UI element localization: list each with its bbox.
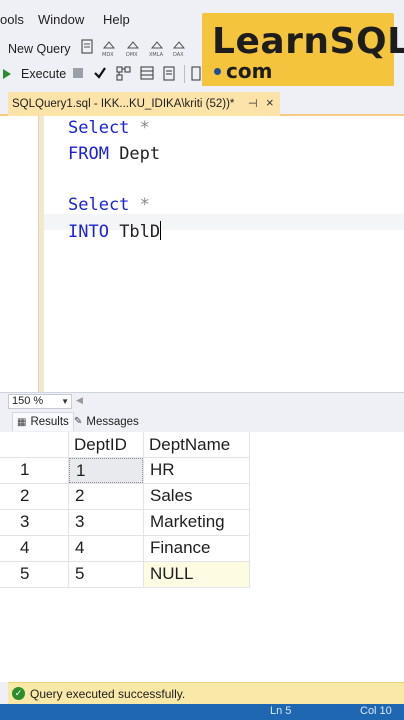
mdx-dmx-xmla-dax-icons[interactable]: MDX DMX XMLA DAX — [100, 38, 190, 60]
parse-check-icon[interactable] — [93, 66, 107, 80]
query-icon[interactable] — [80, 39, 94, 55]
menu-help[interactable]: Help — [103, 12, 130, 27]
ssms-window: ools Window Help New Query MDX DMX XMLA … — [0, 0, 404, 720]
menu-tools[interactable]: ools — [0, 12, 24, 27]
row-number[interactable]: 1 — [12, 458, 68, 482]
cell-deptid[interactable]: 4 — [69, 536, 143, 560]
column-header-deptid[interactable]: DeptID — [68, 433, 143, 457]
menu-window[interactable]: Window — [38, 12, 84, 27]
text-cursor — [160, 221, 162, 240]
toolbar-divider — [184, 65, 185, 83]
document-tab-title: SQLQuery1.sql - IKK...KU_IDIKA\kriti (52… — [12, 98, 235, 110]
tab-messages[interactable]: ✎ Messages — [70, 412, 143, 431]
results-to-grid-icon[interactable] — [140, 66, 154, 81]
cell-deptid[interactable]: 3 — [69, 510, 143, 534]
logo-dot — [214, 68, 221, 75]
cell-deptname[interactable]: Sales — [144, 484, 249, 508]
code-rest: * — [129, 118, 150, 138]
grid-icon: ▦ — [17, 416, 27, 428]
row-number[interactable]: 4 — [12, 536, 68, 560]
row-number[interactable]: 3 — [12, 510, 68, 534]
cell-deptname[interactable]: Finance — [144, 536, 249, 560]
zoom-dropdown[interactable]: 150 % ▼ — [8, 394, 72, 409]
tab-messages-label: Messages — [86, 415, 139, 428]
code-line-4: Select * — [68, 195, 150, 215]
code-line-5: INTO TblD — [68, 221, 162, 242]
cell-deptname-null[interactable]: NULL — [144, 562, 249, 587]
change-tracking-gutter — [38, 116, 44, 392]
scroll-left-icon[interactable]: ◀ — [76, 395, 83, 406]
column-indicator: Col 10 — [360, 705, 392, 717]
cell-deptid[interactable]: 1 — [69, 458, 143, 483]
analysis-query-icons: MDX DMX XMLA DAX — [100, 38, 190, 60]
keyword-into: INTO — [68, 222, 109, 242]
zoom-value: 150 % — [12, 395, 44, 407]
logo-subtext: com — [226, 59, 273, 83]
execution-plan-icon[interactable] — [116, 66, 132, 82]
execute-label: Execute — [21, 67, 67, 81]
logo-text: LearnSQL — [212, 21, 404, 62]
row-number[interactable]: 2 — [12, 484, 68, 508]
grid-line — [0, 587, 250, 588]
results-grid[interactable]: DeptID DeptName 1 1 HR 2 2 Sales 3 3 Mar… — [0, 432, 404, 682]
stop-icon[interactable] — [73, 68, 83, 78]
keyword-select: Select — [68, 195, 130, 215]
code-rest: Dept — [108, 144, 161, 164]
line-indicator: Ln 5 — [270, 705, 292, 717]
status-message: Query executed successfully. — [30, 686, 186, 701]
keyword-select: Select — [68, 118, 130, 138]
cell-deptid[interactable]: 2 — [69, 484, 143, 508]
execute-button[interactable]: Execute — [2, 63, 66, 85]
dmx-label: DMX — [126, 52, 138, 58]
cell-deptid[interactable]: 5 — [69, 562, 143, 586]
learnsql-logo: LearnSQL com — [202, 13, 404, 87]
results-tabs: ▦ Results ✎ Messages — [0, 410, 404, 432]
document-tab-strip: SQLQuery1.sql - IKK...KU_IDIKA\kriti (52… — [0, 86, 404, 116]
zoom-bar: 150 % ▼ ◀ — [0, 392, 404, 410]
code-rest: * — [129, 195, 150, 215]
chevron-down-icon: ▼ — [61, 397, 69, 406]
new-query-button[interactable]: New Query — [0, 38, 71, 60]
query-status-bar: ✓ Query executed successfully. — [8, 682, 404, 704]
tab-results-label: Results — [30, 416, 69, 428]
xmla-label: XMLA — [149, 52, 164, 58]
options-icon[interactable] — [191, 66, 201, 81]
query-document-tab[interactable]: SQLQuery1.sql - IKK...KU_IDIKA\kriti (52… — [8, 92, 280, 116]
column-header-deptname[interactable]: DeptName — [143, 433, 249, 457]
tab-results[interactable]: ▦ Results — [12, 412, 74, 431]
close-icon[interactable]: × — [266, 95, 274, 110]
query-editor[interactable]: Select * FROM Dept Select * INTO TblD — [0, 116, 404, 392]
grid-line — [249, 432, 250, 588]
new-query-label: New Query — [8, 42, 71, 56]
dax-label: DAX — [173, 52, 184, 58]
play-icon — [3, 69, 11, 79]
results-to-text-icon[interactable] — [163, 66, 175, 81]
code-rest: TblD — [108, 222, 161, 242]
code-line-1: Select * — [68, 118, 150, 138]
cell-deptname[interactable]: HR — [144, 458, 249, 482]
mdx-label: MDX — [102, 52, 114, 58]
pin-icon[interactable]: ⊣ — [248, 97, 258, 110]
cell-deptname[interactable]: Marketing — [144, 510, 249, 534]
message-icon: ✎ — [74, 416, 83, 427]
keyword-from: FROM — [68, 144, 109, 164]
row-number[interactable]: 5 — [12, 562, 68, 586]
app-status-bar: Ln 5 Col 10 — [0, 704, 404, 720]
code-line-2: FROM Dept — [68, 144, 160, 164]
success-check-icon: ✓ — [12, 687, 25, 700]
